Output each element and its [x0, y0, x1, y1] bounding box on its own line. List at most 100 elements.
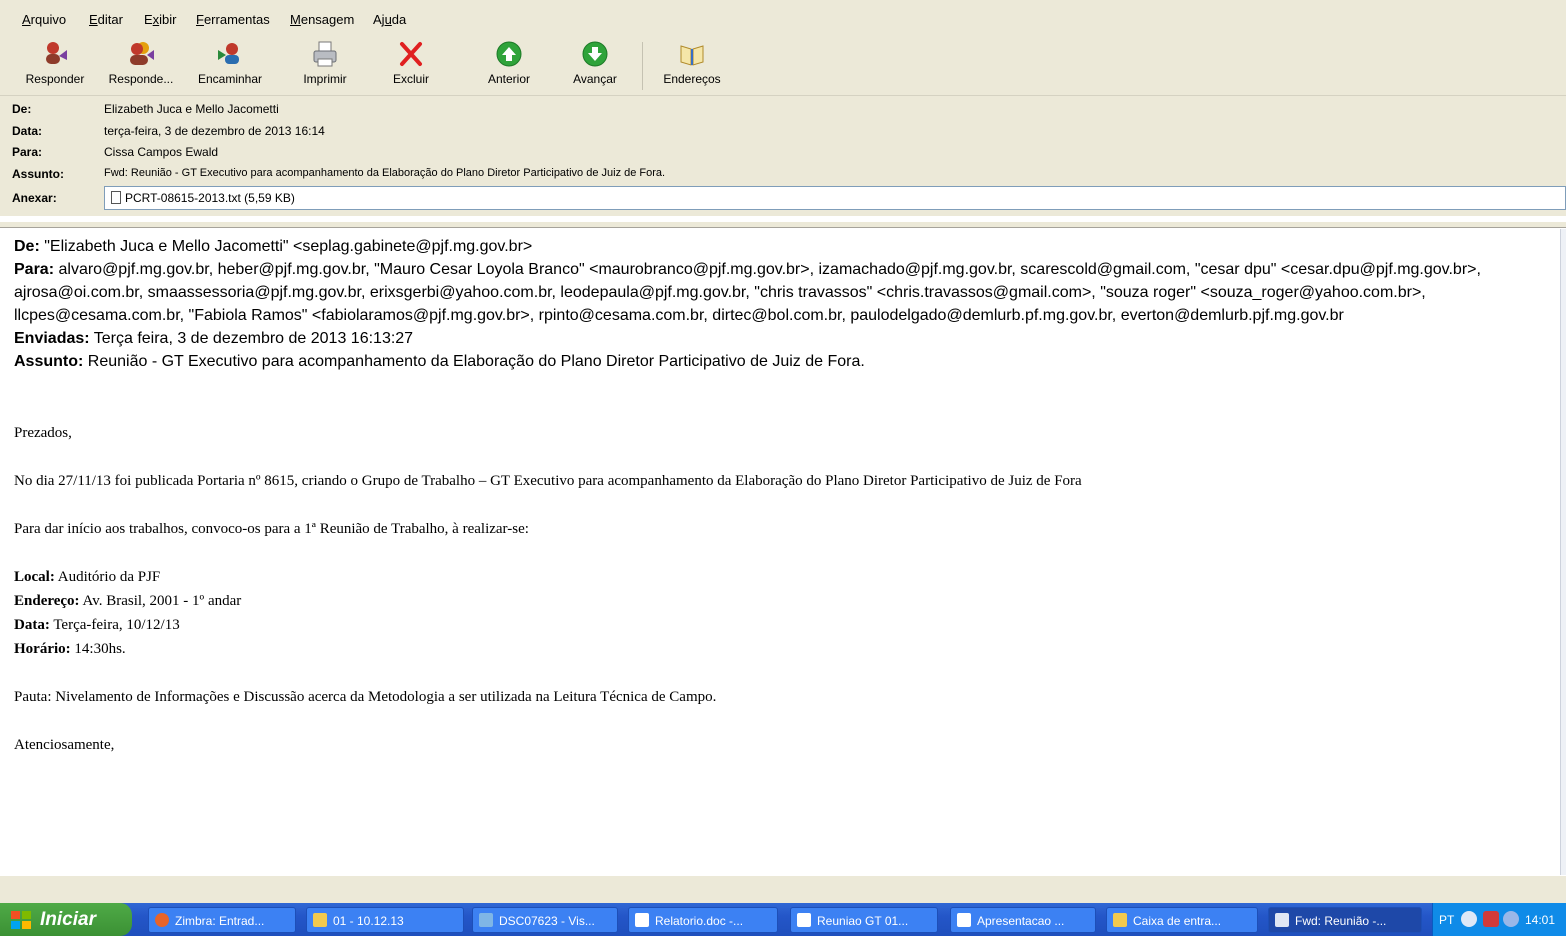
previous-button[interactable]: Anterior [478, 40, 540, 94]
fwd-to-line: Para: alvaro@pjf.mg.gov.br, heber@pjf.mg… [14, 258, 1534, 327]
task-label: 01 - 10.12.13 [333, 914, 404, 928]
start-button[interactable]: Iniciar [0, 903, 132, 936]
task-relatorio[interactable]: Relatorio.doc -... [628, 907, 778, 933]
time-line: Horário: 14:30hs. [14, 641, 126, 658]
menu-exibir[interactable]: Exibir [144, 12, 177, 27]
task-label: Reuniao GT 01... [817, 914, 909, 928]
local-line: Local: Auditório da PJF [14, 569, 160, 586]
attach-label: Anexar: [12, 191, 57, 205]
message-body: De: "Elizabeth Juca e Mello Jacometti" <… [0, 229, 1560, 875]
task-image-viewer[interactable]: DSC07623 - Vis... [472, 907, 618, 933]
menu-mensagem[interactable]: Mensagem [290, 12, 354, 27]
reply-icon [46, 42, 67, 64]
fwd-to-label: Para: [14, 261, 55, 278]
reply-button[interactable]: Responder [20, 40, 90, 94]
fwd-sent-line: Enviadas: Terça feira, 3 de dezembro de … [14, 327, 1534, 350]
fwd-from-line: De: "Elizabeth Juca e Mello Jacometti" <… [14, 235, 1534, 258]
meeting-date-line: Data: Terça-feira, 10/12/13 [14, 617, 180, 634]
document-icon [957, 913, 971, 927]
address-line: Endereço: Av. Brasil, 2001 - 1º andar [14, 593, 241, 610]
task-label: Apresentacao ... [977, 914, 1065, 928]
start-label: Iniciar [40, 909, 96, 930]
next-label: Avançar [573, 72, 617, 86]
fwd-sent-label: Enviadas: [14, 330, 90, 347]
to-value: Cissa Campos Ewald [104, 145, 219, 159]
closing: Atenciosamente, [14, 737, 115, 753]
network-icon[interactable] [1503, 911, 1519, 927]
document-icon [635, 913, 649, 927]
forward-button[interactable]: Encaminhar [192, 40, 268, 94]
fwd-subject: Reunião - GT Executivo para acompanhamen… [87, 353, 865, 370]
local-label: Local: [14, 569, 55, 585]
subject-value: Fwd: Reunião - GT Executivo para acompan… [104, 167, 666, 179]
arrow-up-icon [496, 41, 522, 67]
addresses-label: Endereços [663, 72, 721, 86]
text-file-icon [111, 191, 121, 204]
vertical-scrollbar[interactable] [1560, 229, 1566, 875]
message-header: De: Elizabeth Juca e Mello Jacometti Dat… [0, 96, 1566, 216]
firefox-icon [155, 913, 169, 927]
fwd-from-label: De: [14, 238, 40, 255]
toolbar-separator [642, 42, 643, 90]
task-label: Relatorio.doc -... [655, 914, 744, 928]
task-folder[interactable]: 01 - 10.12.13 [306, 907, 464, 933]
tray-arrow-icon[interactable] [1461, 911, 1477, 927]
forwarded-header: De: "Elizabeth Juca e Mello Jacometti" <… [14, 235, 1534, 373]
date-label: Data: [12, 124, 43, 138]
menu-arquivo[interactable]: Arquivo [22, 12, 66, 27]
task-label: Caixa de entra... [1133, 914, 1222, 928]
task-label: DSC07623 - Vis... [499, 914, 595, 928]
task-inbox[interactable]: Caixa de entra... [1106, 907, 1258, 933]
subject-label: Assunto: [12, 167, 64, 181]
printer-icon [313, 41, 337, 67]
toolbar: Responder Responde... Encaminhar Imprimi… [0, 38, 1566, 96]
next-button[interactable]: Avançar [564, 40, 626, 94]
from-label: De: [12, 102, 32, 116]
folder-icon [313, 913, 327, 927]
language-indicator[interactable]: PT [1439, 913, 1454, 927]
inbox-icon [1113, 913, 1127, 927]
forward-label: Encaminhar [197, 72, 263, 86]
menu-ajuda[interactable]: Ajuda [373, 12, 406, 27]
attachment-field[interactable]: PCRT-08615-2013.txt (5,59 KB) [104, 186, 1566, 210]
address-label: Endereço: [14, 593, 80, 609]
addresses-button[interactable]: Endereços [656, 40, 728, 94]
fwd-from: "Elizabeth Juca e Mello Jacometti" <sepl… [44, 238, 533, 255]
delete-label: Excluir [392, 72, 429, 86]
address-value: Av. Brasil, 2001 - 1º andar [82, 593, 242, 609]
system-tray: PT 14:01 [1432, 903, 1566, 936]
pane-divider[interactable] [0, 222, 1566, 228]
forward-icon [218, 43, 239, 64]
local-value: Auditório da PJF [57, 569, 161, 585]
task-fwd-reuniao[interactable]: Fwd: Reunião -... [1268, 907, 1422, 933]
reply-all-button[interactable]: Responde... [102, 40, 180, 94]
to-label: Para: [12, 145, 43, 159]
from-value: Elizabeth Juca e Mello Jacometti [104, 102, 279, 116]
fwd-subject-line: Assunto: Reunião - GT Executivo para aco… [14, 350, 1534, 373]
time-label: Horário: [14, 641, 71, 657]
agenda: Pauta: Nivelamento de Informações e Disc… [14, 689, 717, 705]
delete-x-icon [400, 42, 422, 66]
reply-all-icon [130, 42, 154, 65]
time-value: 14:30hs. [74, 641, 126, 657]
print-label: Imprimir [303, 72, 347, 86]
reply-all-label: Responde... [108, 72, 174, 86]
document-icon [797, 913, 811, 927]
menu-editar[interactable]: Editar [89, 12, 123, 27]
address-book-icon [680, 45, 704, 66]
meeting-date-value: Terça-feira, 10/12/13 [53, 617, 180, 633]
task-apresentacao[interactable]: Apresentacao ... [950, 907, 1096, 933]
task-zimbra[interactable]: Zimbra: Entrad... [148, 907, 296, 933]
menu-ferramentas[interactable]: Ferramentas [196, 12, 270, 27]
attachment-name: PCRT-08615-2013.txt (5,59 KB) [125, 191, 295, 205]
delete-button[interactable]: Excluir [380, 40, 442, 94]
antivirus-icon[interactable] [1483, 911, 1499, 927]
date-value: terça-feira, 3 de dezembro de 2013 16:14 [104, 124, 325, 138]
greeting: Prezados, [14, 425, 72, 441]
task-reuniao[interactable]: Reuniao GT 01... [790, 907, 938, 933]
print-button[interactable]: Imprimir [294, 40, 356, 94]
windows-logo-icon [11, 911, 31, 929]
clock: 14:01 [1525, 913, 1556, 927]
fwd-subject-label: Assunto: [14, 353, 84, 370]
status-bar [0, 875, 1566, 903]
